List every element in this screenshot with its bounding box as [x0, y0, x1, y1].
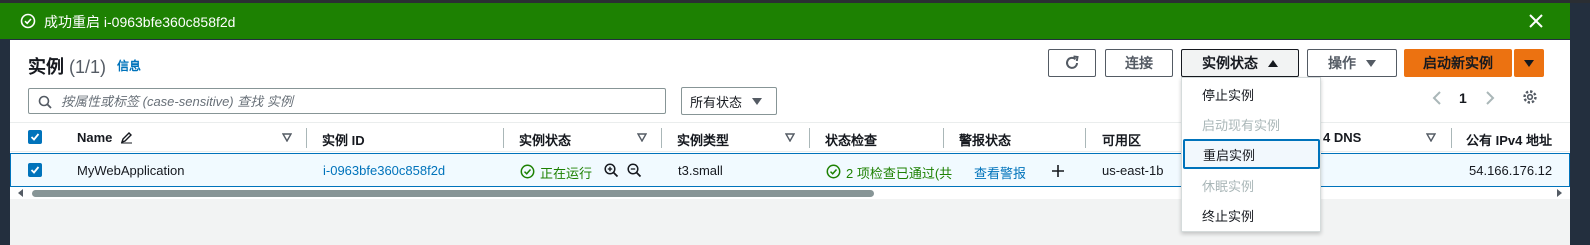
row-checkbox[interactable] [28, 163, 42, 177]
sort-icon[interactable] [637, 133, 647, 142]
caret-up-icon [1268, 59, 1278, 67]
search-icon [38, 95, 52, 109]
search-box [28, 88, 666, 114]
column-header-name[interactable]: Name [77, 130, 112, 145]
actions-label: 操作 [1328, 55, 1356, 71]
column-header-public-ipv4[interactable]: 公有 IPv4 地址 [1466, 130, 1552, 149]
column-divider[interactable] [661, 128, 662, 148]
chevron-left-icon[interactable] [1431, 90, 1443, 106]
menu-item-start-instance: 启动现有实例 [1202, 117, 1281, 133]
caret-down-icon [752, 97, 763, 105]
sort-icon[interactable] [785, 133, 795, 142]
cell-instance-state: 正在运行 [540, 166, 593, 181]
flash-message: 成功重启 i-0963bfe360c858f2d [44, 14, 236, 30]
table-row[interactable]: MyWebApplication i-0963bfe360c858f2d 正在运… [10, 153, 1570, 187]
chevron-right-icon[interactable] [1484, 90, 1496, 106]
select-all-checkbox[interactable] [28, 130, 42, 144]
table-header: Name 实例 ID 实例状态 实例类型 状态检查 警报状态 可用区 4 DNS [10, 122, 1570, 152]
title-text: 实例 [28, 57, 64, 77]
caret-down-icon [1524, 59, 1534, 67]
instance-state-button[interactable]: 实例状态 [1181, 49, 1299, 77]
column-header-availability-zone[interactable]: 可用区 [1102, 130, 1141, 149]
sort-icon[interactable] [282, 133, 292, 142]
cell-status-check: 2 项检查已通过(共 [846, 166, 953, 181]
cell-availability-zone: us-east-1b [1102, 163, 1164, 178]
cell-view-alarms-link[interactable]: 查看警报 [974, 163, 1026, 182]
close-icon[interactable] [1527, 12, 1545, 30]
scroll-left-arrow[interactable] [18, 189, 23, 197]
instances-panel: 实例 (1/1) 信息 连接 实例状态 操作 启动新实例 按属性或标签 (cas… [10, 40, 1570, 245]
gear-icon[interactable] [1521, 88, 1539, 106]
column-header-instance-type[interactable]: 实例类型 [677, 130, 729, 149]
column-header-instance-id[interactable]: 实例 ID [322, 130, 365, 149]
instances-container: 实例 (1/1) 信息 连接 实例状态 操作 启动新实例 按属性或标签 (cas… [10, 40, 1570, 199]
column-divider[interactable] [1085, 128, 1086, 148]
menu-item-terminate-instance[interactable]: 终止实例 [1182, 200, 1320, 230]
horizontal-scrollbar[interactable] [10, 187, 1570, 199]
cell-instance-id-link[interactable]: i-0963bfe360c858f2d [323, 163, 445, 178]
zoom-out-icon[interactable] [627, 163, 642, 178]
column-divider[interactable] [943, 128, 944, 148]
zoom-in-icon[interactable] [604, 163, 619, 178]
check-circle-icon [520, 164, 535, 179]
status-filter-select[interactable]: 所有状态 [681, 87, 777, 115]
success-flash-banner: 成功重启 i-0963bfe360c858f2d [0, 3, 1570, 39]
column-divider[interactable] [1451, 128, 1452, 148]
actions-button[interactable]: 操作 [1307, 49, 1397, 77]
page-number[interactable]: 1 [1459, 90, 1467, 114]
refresh-icon [1066, 55, 1079, 69]
menu-item-stop-instance[interactable]: 停止实例 [1182, 79, 1320, 109]
cell-instance-type: t3.small [678, 163, 723, 178]
column-divider[interactable] [809, 128, 810, 148]
plus-icon[interactable] [1051, 164, 1065, 178]
column-divider[interactable] [503, 128, 504, 148]
launch-options-button[interactable] [1514, 49, 1544, 77]
column-divider[interactable] [306, 128, 307, 148]
sort-icon[interactable] [1426, 133, 1436, 142]
column-header-alarm-status[interactable]: 警报状态 [959, 130, 1011, 149]
status-filter-value: 所有状态 [690, 94, 743, 110]
column-header-status-check[interactable]: 状态检查 [825, 130, 877, 149]
edit-pencil-icon [120, 132, 132, 144]
refresh-button[interactable] [1048, 49, 1096, 77]
scrollbar-thumb[interactable] [32, 190, 874, 197]
instance-state-label: 实例状态 [1202, 55, 1258, 71]
launch-instances-button[interactable]: 启动新实例 [1404, 49, 1512, 77]
cell-name: MyWebApplication [77, 163, 185, 178]
column-header-dns[interactable]: 4 DNS [1323, 130, 1361, 145]
column-header-instance-state[interactable]: 实例状态 [519, 130, 571, 149]
search-input[interactable] [61, 92, 651, 110]
connect-button[interactable]: 连接 [1105, 49, 1173, 77]
checkmark-icon [30, 133, 40, 141]
menu-item-hibernate-instance: 休眠实例 [1202, 178, 1255, 194]
cell-public-ipv4: 54.166.176.12 [1469, 163, 1553, 178]
menu-item-reboot-instance[interactable]: 重启实例 [1183, 139, 1320, 169]
check-circle-icon [826, 164, 841, 179]
page-title: 实例 (1/1) [28, 53, 106, 79]
instance-state-menu: 停止实例 启动现有实例 重启实例 休眠实例 终止实例 [1181, 77, 1321, 232]
checkmark-icon [30, 166, 40, 174]
caret-down-icon [1366, 59, 1376, 67]
selection-count: (1/1) [69, 57, 107, 77]
check-circle-icon [20, 13, 36, 29]
info-link[interactable]: 信息 [117, 57, 141, 74]
scroll-right-arrow[interactable] [1557, 189, 1562, 197]
